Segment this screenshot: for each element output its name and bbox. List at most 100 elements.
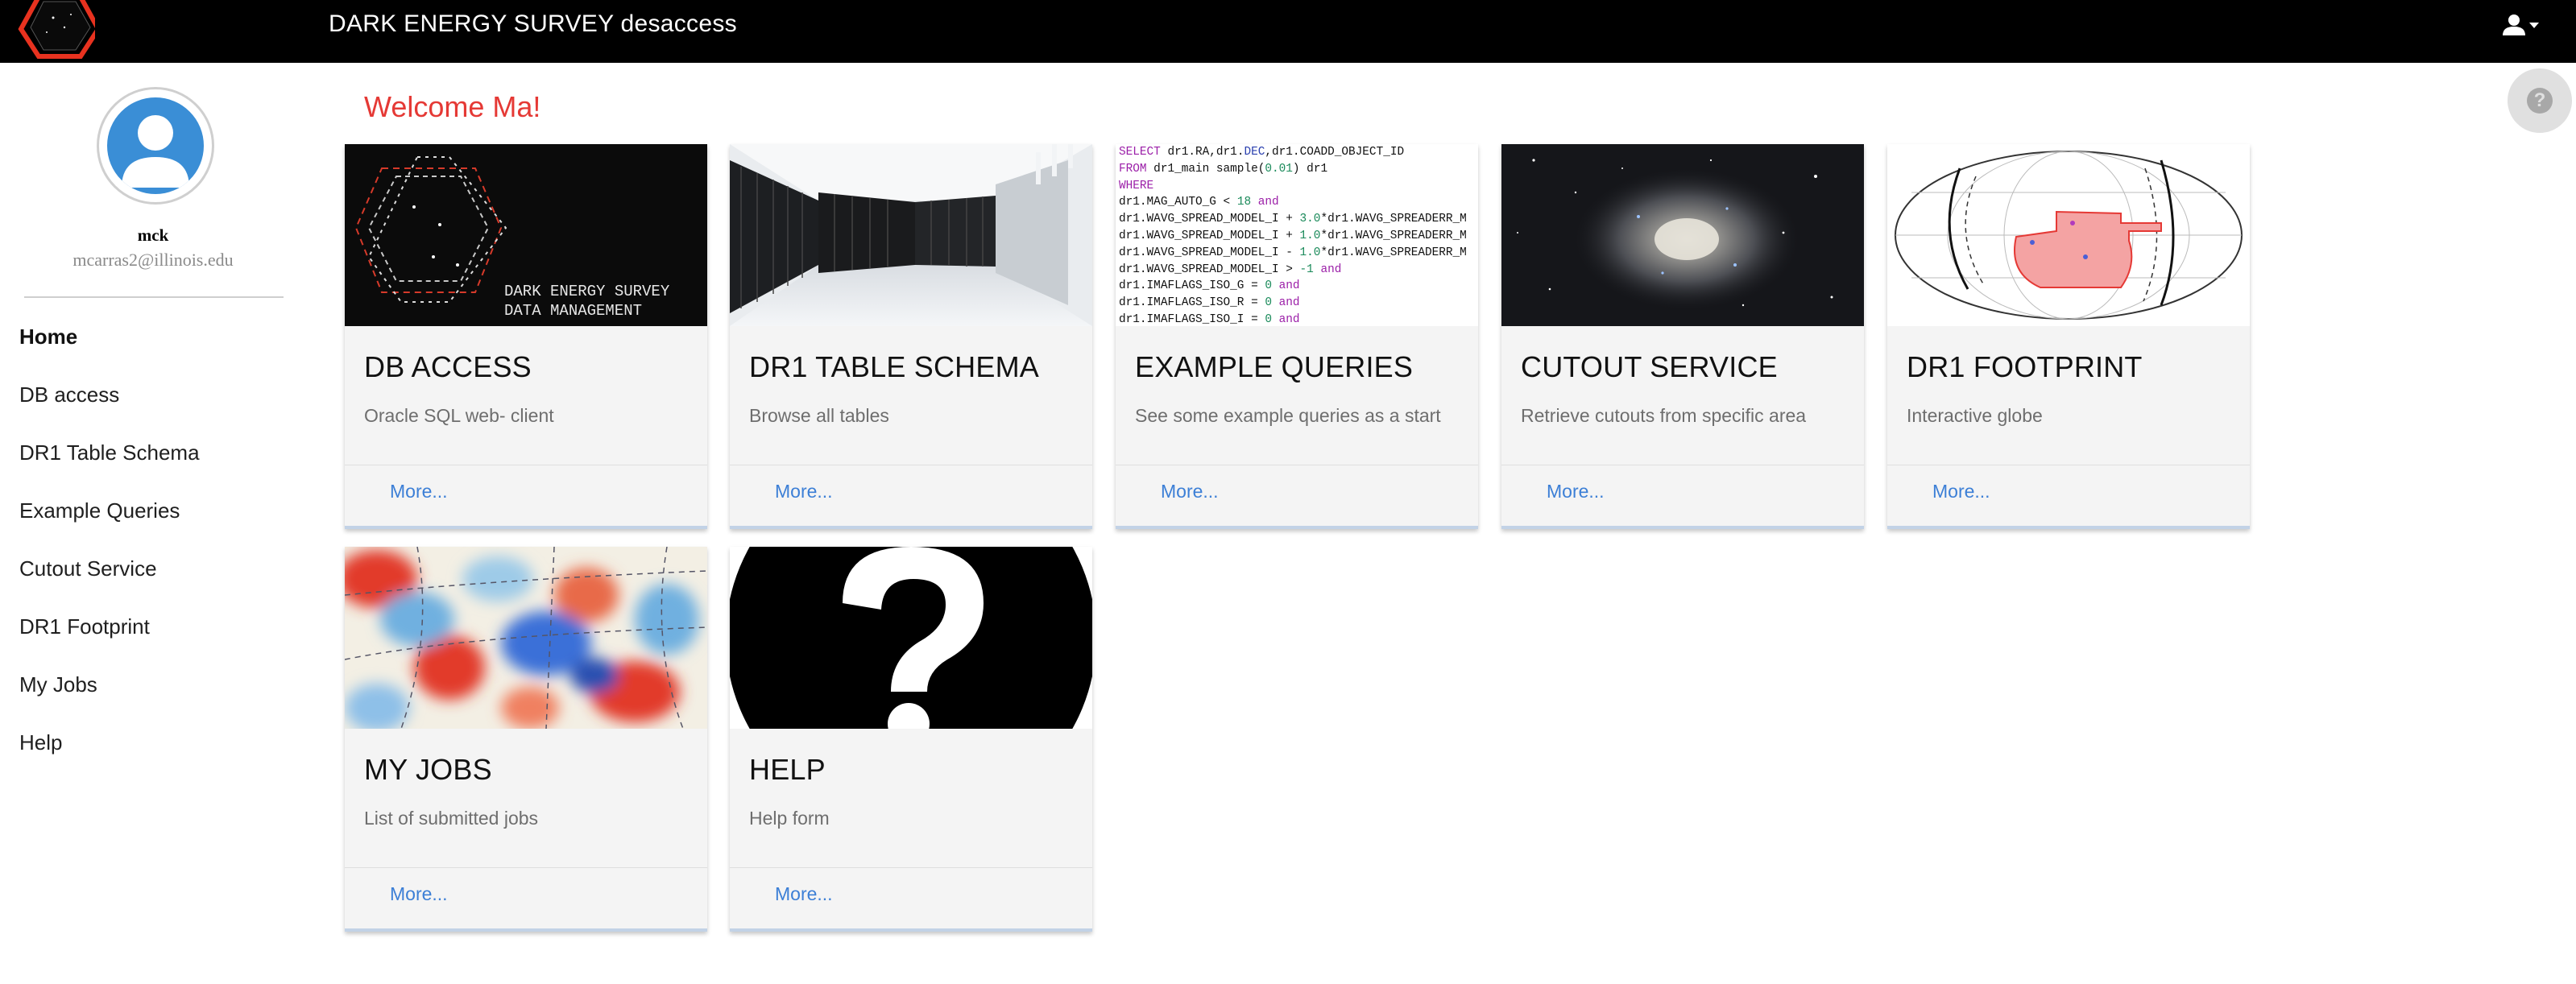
code-token: 0.01 (1265, 162, 1293, 176)
code-token: dr1.WAVG_SPREAD_MODEL_I - (1119, 246, 1300, 259)
code-token: dr1_main sample( (1146, 162, 1265, 176)
app-title[interactable]: DARK ENERGY SURVEY desaccess (329, 10, 737, 39)
sidebar-item-db-access[interactable]: DB access (19, 377, 293, 435)
card-cutout-service: CUTOUT SERVICE Retrieve cutouts from spe… (1501, 144, 1864, 529)
code-token: and (1278, 279, 1300, 293)
user-name: mck (137, 225, 169, 245)
card-dr1-table-schema: DR1 TABLE SCHEMA Browse all tables More.… (730, 144, 1092, 529)
help-circle-icon: ? (2527, 88, 2553, 114)
code-line: dr1.MAG_AUTO_G < 18 and (1119, 194, 1478, 211)
help-fab-button[interactable]: ? (2508, 68, 2572, 133)
code-line: dr1.WAVG_SPREAD_MODEL_I > -1 and (1119, 262, 1478, 279)
code-token: *dr1.WAVG_SPREADERR_M (1320, 246, 1467, 259)
card-more-link[interactable]: More... (1932, 481, 1990, 502)
card-image-question-mark[interactable] (730, 547, 1092, 729)
code-token: dr1.WAVG_SPREAD_MODEL_I > (1119, 263, 1300, 276)
des-logo-icon[interactable] (14, 0, 95, 60)
avatar (97, 87, 214, 205)
code-line: dr1.IMAFLAGS_ISO_G = 0 and (1119, 278, 1478, 295)
card-title: MY JOBS (364, 753, 492, 786)
sidebar-item-cutout-service[interactable]: Cutout Service (19, 551, 293, 609)
sql-code-snippet: SELECT dr1.RA,dr1.DEC,dr1.COADD_OBJECT_I… (1116, 144, 1478, 326)
user-email: mcarras2@illinois.edu (72, 250, 234, 270)
card-title: DR1 FOOTPRINT (1907, 350, 2143, 383)
code-token: dr1.RA,dr1. (1160, 146, 1245, 159)
card-more-link[interactable]: More... (775, 883, 833, 905)
sidebar-item-example-queries[interactable]: Example Queries (19, 493, 293, 551)
card-description: Interactive globe (1907, 405, 2043, 426)
code-token: ) dr1 (1292, 162, 1328, 176)
code-line: SELECT dr1.RA,dr1.DEC,dr1.COADD_OBJECT_I… (1119, 144, 1478, 161)
sidebar-item-dr1-table-schema[interactable]: DR1 Table Schema (19, 435, 293, 493)
card-more-link[interactable]: More... (1161, 481, 1219, 502)
code-token: 1.0 (1299, 229, 1321, 242)
card-description: See some example queries as a start (1135, 405, 1441, 426)
code-token: dr1.WAVG_SPREAD_MODEL_I + (1119, 229, 1300, 242)
sidebar-item-dr1-footprint[interactable]: DR1 Footprint (19, 609, 293, 667)
code-line: dr1.WAVG_SPREAD_MODEL_I + 3.0*dr1.WAVG_S… (1119, 211, 1478, 228)
card-description: List of submitted jobs (364, 808, 539, 829)
card-image-server-room[interactable] (730, 144, 1092, 326)
code-line: dr1.IMAFLAGS_ISO_R = 0 and (1119, 295, 1478, 312)
card-divider (345, 867, 707, 868)
code-token: *dr1.WAVG_SPREADERR_M (1320, 229, 1467, 242)
code-token: dr1.MAG_AUTO_G < (1119, 196, 1237, 209)
code-token: WHERE (1119, 179, 1154, 192)
code-token: 0 (1265, 296, 1272, 310)
card-title: EXAMPLE QUERIES (1135, 350, 1414, 383)
code-line: dr1.IMAFLAGS_ISO_I = 0 and (1119, 312, 1478, 326)
code-token: ,dr1.COADD_OBJECT_ID (1265, 146, 1405, 159)
card-more-link[interactable]: More... (1547, 481, 1605, 502)
card-image-des-logo[interactable]: DARK ENERGY SURVEY DATA MANAGEMENT (345, 144, 707, 326)
card-title: HELP (749, 753, 826, 786)
des-image-caption-line2: DATA MANAGEMENT (504, 302, 642, 320)
card-help: HELP Help form More... (730, 547, 1092, 932)
code-token: and (1278, 312, 1300, 326)
code-token: 0 (1265, 312, 1272, 326)
code-token: dr1.IMAFLAGS_ISO_G = (1119, 279, 1265, 293)
card-description: Oracle SQL web- client (364, 405, 554, 426)
code-token: and (1278, 296, 1300, 310)
card-more-link[interactable]: More... (390, 883, 448, 905)
code-line: dr1.WAVG_SPREAD_MODEL_I + 1.0*dr1.WAVG_S… (1119, 228, 1478, 245)
code-token: SELECT (1119, 146, 1161, 159)
des-image-caption-line1: DARK ENERGY SURVEY (504, 283, 670, 300)
code-token: dr1.IMAFLAGS_ISO_R = (1119, 296, 1265, 310)
card-divider (730, 867, 1092, 868)
welcome-heading: Welcome Ma! (364, 90, 541, 123)
code-token: *dr1.WAVG_SPREADERR_M (1320, 213, 1467, 226)
card-image-sql-code[interactable]: SELECT dr1.RA,dr1.DEC,dr1.COADD_OBJECT_I… (1116, 144, 1478, 326)
code-token: and (1257, 196, 1279, 209)
code-token: -1 (1299, 263, 1314, 276)
card-description: Retrieve cutouts from specific area (1521, 405, 1807, 426)
card-dr1-footprint: DR1 FOOTPRINT Interactive globe More... (1887, 144, 2250, 529)
code-token: 1.0 (1299, 246, 1321, 259)
sidebar-item-my-jobs[interactable]: My Jobs (19, 667, 293, 725)
code-token: dr1.IMAFLAGS_ISO_I = (1119, 312, 1265, 326)
sidebar-item-home[interactable]: Home (19, 319, 293, 377)
sidebar-item-help[interactable]: Help (19, 725, 293, 783)
sidebar-nav: Home DB access DR1 Table Schema Example … (19, 319, 293, 783)
card-description: Browse all tables (749, 405, 889, 426)
card-image-galaxy[interactable] (1501, 144, 1864, 326)
card-description: Help form (749, 808, 830, 829)
sidebar-divider (24, 296, 284, 298)
code-token: 0 (1265, 279, 1272, 293)
card-image-footprint-map[interactable] (1887, 144, 2250, 326)
account-dropdown-icon[interactable] (2500, 11, 2542, 40)
top-bar: DARK ENERGY SURVEY desaccess (0, 0, 2576, 63)
user-avatar-icon (107, 97, 204, 194)
code-token: FROM (1119, 162, 1147, 176)
card-my-jobs: MY JOBS List of submitted jobs More... (345, 547, 707, 932)
code-token: and (1320, 263, 1342, 276)
code-token: 3.0 (1299, 213, 1321, 226)
card-more-link[interactable]: More... (390, 481, 448, 502)
card-image-mass-map[interactable] (345, 547, 707, 729)
card-title: DB ACCESS (364, 350, 532, 383)
card-more-link[interactable]: More... (775, 481, 833, 502)
code-token: 18 (1236, 196, 1252, 209)
